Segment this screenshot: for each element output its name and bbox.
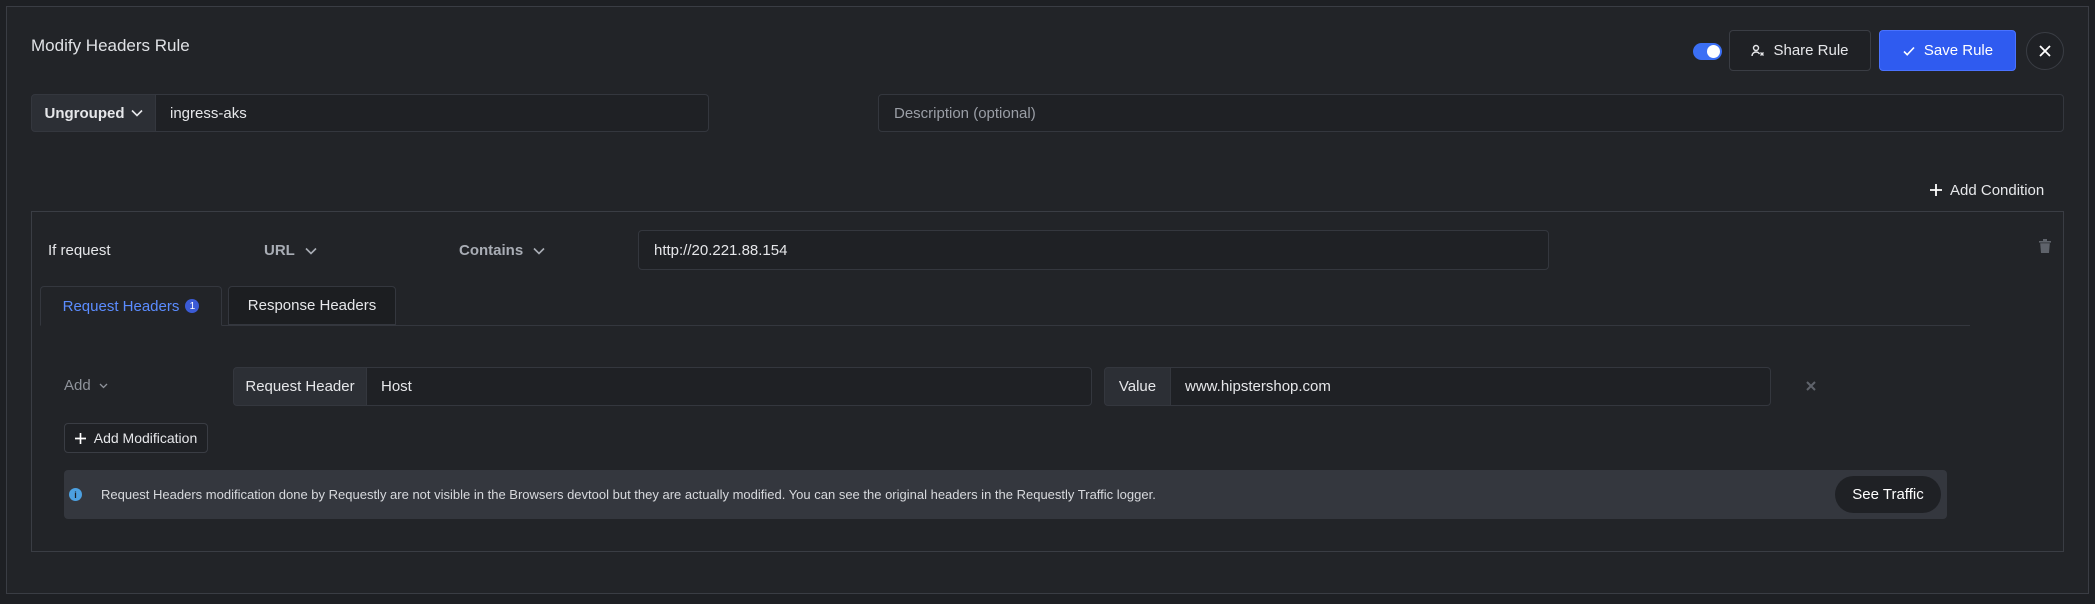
close-button[interactable]: [2026, 32, 2064, 70]
add-condition-button[interactable]: Add Condition: [1930, 178, 2044, 202]
save-rule-button[interactable]: Save Rule: [1879, 30, 2016, 71]
share-rule-button[interactable]: Share Rule: [1729, 30, 1871, 71]
tab-response-headers[interactable]: Response Headers: [228, 286, 396, 325]
header-value: www.hipstershop.com: [1185, 378, 1331, 395]
source-value: http://20.221.88.154: [654, 241, 788, 259]
page-title: Modify Headers Rule: [31, 36, 190, 55]
add-condition-label: Add Condition: [1950, 181, 2045, 199]
share-rule-label: Share Rule: [1773, 42, 1849, 59]
chevron-down-icon: [305, 247, 317, 255]
plus-icon: [1930, 184, 1942, 196]
modification-type-label: Add: [64, 377, 91, 394]
chevron-down-icon: [99, 383, 108, 389]
chevron-down-icon: [533, 247, 545, 255]
check-icon: [1902, 44, 1916, 58]
close-icon: [2038, 44, 2052, 58]
description-placeholder: Description (optional): [894, 104, 1036, 122]
add-modification-button[interactable]: Add Modification: [64, 423, 208, 453]
tab-request-headers-label: Request Headers: [62, 297, 180, 315]
header-name-value: Host: [381, 378, 412, 395]
chevron-down-icon: [130, 109, 143, 117]
source-value-input[interactable]: http://20.221.88.154: [638, 230, 1549, 270]
rule-name-input[interactable]: ingress-aks: [156, 94, 709, 132]
info-banner: i Request Headers modification done by R…: [64, 470, 1947, 519]
count-badge: 1: [185, 299, 200, 313]
source-key-dropdown[interactable]: URL: [264, 242, 317, 259]
plus-icon: [74, 432, 86, 444]
tabs-divider: [40, 325, 1970, 326]
save-rule-label: Save Rule: [1923, 42, 1994, 59]
if-request-label: If request: [48, 242, 111, 259]
request-header-addon: Request Header: [233, 367, 367, 406]
operator-dropdown[interactable]: Contains: [459, 242, 545, 259]
share-icon: [1751, 44, 1765, 58]
add-modification-label: Add Modification: [93, 430, 198, 446]
group-dropdown[interactable]: Ungrouped: [31, 94, 156, 132]
tab-request-headers[interactable]: Request Headers 1: [40, 286, 222, 326]
rule-status-toggle[interactable]: [1693, 43, 1722, 60]
description-input[interactable]: Description (optional): [878, 94, 2064, 132]
remove-modification-button[interactable]: [1803, 378, 1819, 394]
modification-type-dropdown[interactable]: Add: [64, 377, 108, 394]
source-key-label: URL: [264, 242, 295, 259]
see-traffic-button[interactable]: See Traffic: [1835, 476, 1941, 513]
toggle-knob: [1707, 45, 1720, 58]
trash-icon: [2039, 239, 2051, 253]
header-name-input[interactable]: Host: [367, 367, 1092, 406]
tab-response-headers-label: Response Headers: [247, 297, 377, 314]
value-addon: Value: [1104, 367, 1171, 406]
info-icon: i: [69, 488, 82, 501]
operator-label: Contains: [459, 242, 524, 259]
close-icon: [1803, 378, 1819, 394]
header-value-input[interactable]: www.hipstershop.com: [1171, 367, 1771, 406]
info-banner-text: Request Headers modification done by Req…: [101, 487, 1156, 502]
group-label: Ungrouped: [44, 104, 125, 122]
rule-name-value: ingress-aks: [170, 104, 247, 122]
delete-pair-button[interactable]: [2039, 239, 2051, 253]
